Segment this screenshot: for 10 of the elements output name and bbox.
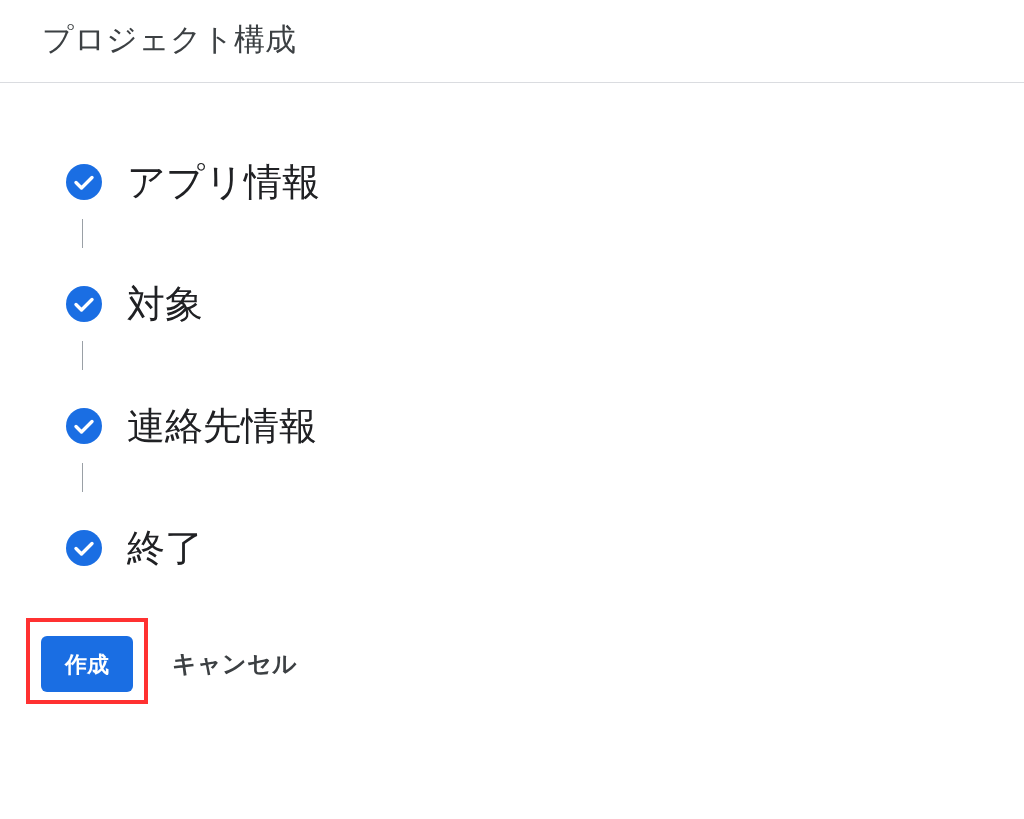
step-label: 連絡先情報 [127,403,317,450]
page-title: プロジェクト構成 [42,20,296,59]
step-label: アプリ情報 [127,159,320,206]
step-connector-line [82,463,83,492]
cancel-button[interactable]: キャンセル [172,636,297,692]
step-connector-line [82,219,83,248]
step-label: 対象 [127,281,203,328]
create-button[interactable]: 作成 [41,636,133,692]
step-connector-line [82,341,83,370]
step-label: 終了 [127,525,203,572]
